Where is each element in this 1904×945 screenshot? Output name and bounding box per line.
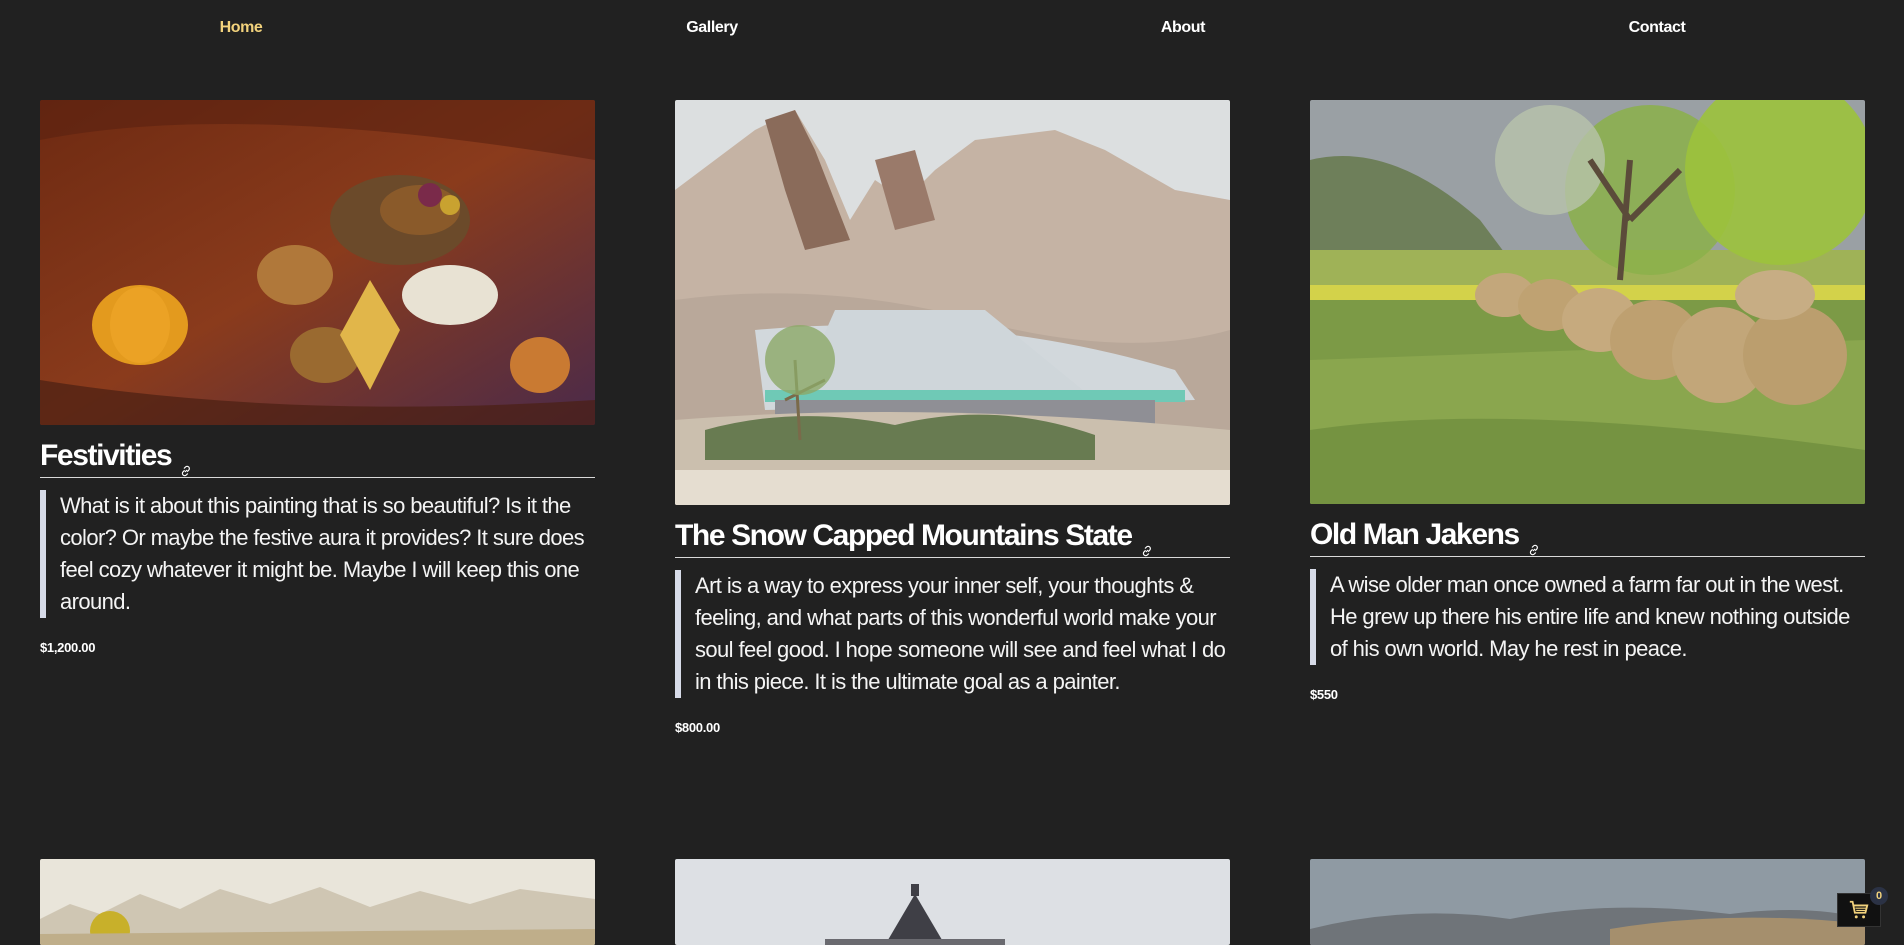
painting-price: $800.00	[675, 720, 720, 735]
painting-image-festivities[interactable]	[40, 100, 595, 425]
painting-description: Art is a way to express your inner self,…	[675, 570, 1230, 698]
painting-title: The Snow Capped Mountains State	[675, 517, 1230, 558]
painting-card: Festivities What is it about this painti…	[40, 100, 595, 655]
painting-image-old-man-jakens[interactable]	[1310, 100, 1865, 504]
painting-image[interactable]	[1310, 859, 1865, 945]
painting-description: A wise older man once owned a farm far o…	[1310, 569, 1865, 665]
link-icon[interactable]	[179, 450, 193, 477]
painting-title: Festivities	[40, 437, 595, 478]
painting-image[interactable]	[675, 859, 1230, 945]
painting-card: The Snow Capped Mountains State Art is a…	[675, 100, 1230, 735]
painting-card: Old Man Jakens A wise older man once own…	[1310, 100, 1865, 702]
painting-price: $550	[1310, 687, 1338, 702]
nav-contact-link[interactable]: Contact	[1629, 19, 1686, 37]
nav-home-link[interactable]: Home	[220, 19, 263, 37]
painting-image-snow-capped-mountains[interactable]	[675, 100, 1230, 505]
painting-title-text: Festivities	[40, 439, 173, 472]
link-icon[interactable]	[1140, 530, 1154, 557]
painting-price: $1,200.00	[40, 640, 96, 655]
cart-count-badge: 0	[1870, 887, 1888, 905]
painting-card	[40, 859, 595, 945]
cart-icon	[1849, 900, 1869, 919]
painting-card	[675, 859, 1230, 945]
painting-title-text: Old Man Jakens	[1310, 518, 1520, 551]
main-nav: Home Gallery About Contact	[0, 0, 1904, 58]
nav-about-link[interactable]: About	[1161, 19, 1206, 37]
link-icon[interactable]	[1527, 529, 1541, 556]
painting-description: What is it about this painting that is s…	[40, 490, 595, 618]
painting-card	[1310, 859, 1865, 945]
painting-title: Old Man Jakens	[1310, 516, 1865, 557]
painting-image[interactable]	[40, 859, 595, 945]
nav-gallery-link[interactable]: Gallery	[686, 19, 738, 37]
painting-title-text: The Snow Capped Mountains State	[675, 519, 1133, 552]
